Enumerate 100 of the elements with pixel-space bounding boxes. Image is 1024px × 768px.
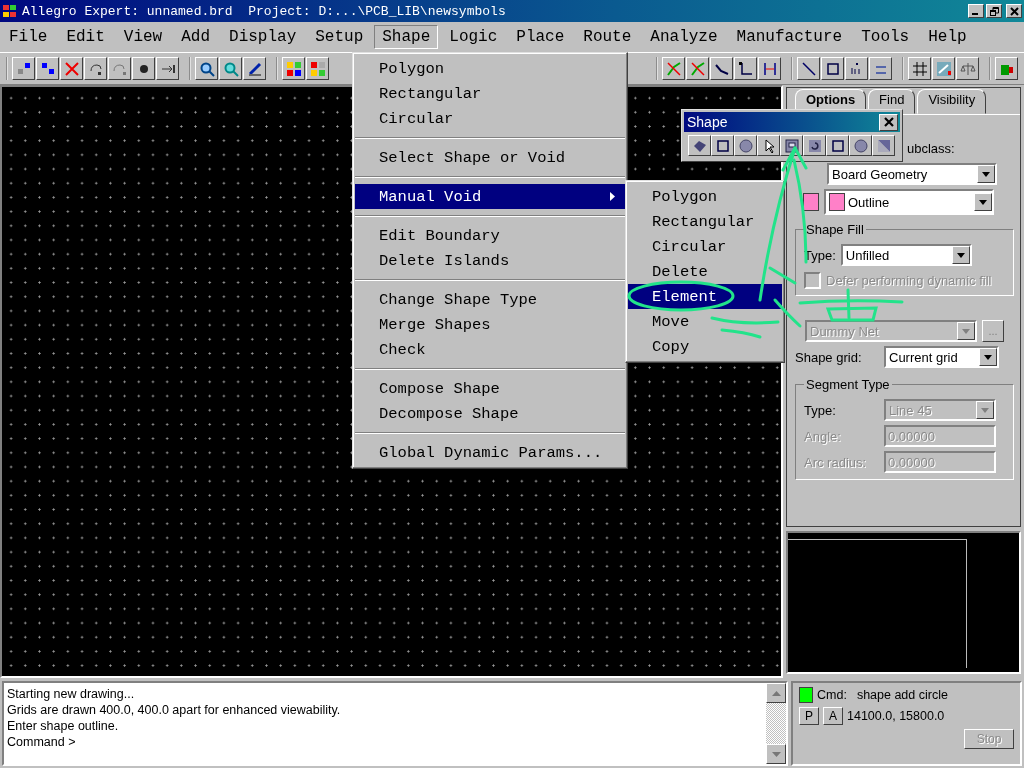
log-line: Grids are drawn 400.0, 400.0 apart for enhanced viewability. bbox=[7, 702, 342, 718]
toolbar-button[interactable] bbox=[219, 57, 242, 80]
menu-item[interactable]: Delete Islands bbox=[355, 248, 625, 273]
command-name: shape add circle bbox=[856, 688, 948, 702]
menu-item[interactable]: Merge Shapes bbox=[355, 312, 625, 337]
palette-button[interactable] bbox=[757, 135, 780, 156]
menu-item[interactable]: Decompose Shape bbox=[355, 401, 625, 426]
toolbar-button[interactable] bbox=[243, 57, 266, 80]
toolbar-button[interactable] bbox=[686, 57, 709, 80]
mode-button[interactable]: P bbox=[799, 707, 819, 725]
window-title: Allegro Expert: unnamed.brd Project: D:...\PCB_LIB\newsymbols bbox=[22, 3, 506, 19]
mode-button[interactable]: A bbox=[823, 707, 843, 725]
menu-item[interactable]: Polygon bbox=[355, 56, 625, 81]
menu-item[interactable]: Copy bbox=[628, 334, 782, 359]
menu-item[interactable]: Place bbox=[508, 25, 573, 49]
toolbar-button[interactable] bbox=[282, 57, 305, 80]
grid-icon bbox=[911, 60, 928, 77]
menu-item[interactable]: Display bbox=[221, 25, 305, 49]
toolbar-button[interactable] bbox=[845, 57, 868, 80]
menu-item[interactable]: Edit bbox=[58, 25, 113, 49]
menu-item[interactable]: File bbox=[1, 25, 56, 49]
field-label: Type: bbox=[804, 402, 837, 418]
menu-item[interactable]: Change Shape Type bbox=[355, 287, 625, 312]
menu-item[interactable]: Add bbox=[173, 25, 219, 49]
minimize-button[interactable] bbox=[968, 4, 984, 18]
line-icon bbox=[800, 60, 817, 77]
palette-button[interactable] bbox=[711, 135, 734, 156]
menu-item[interactable]: Edit Boundary bbox=[355, 223, 625, 248]
rectangle-icon bbox=[824, 60, 841, 77]
app-logo-icon bbox=[2, 3, 18, 19]
menu-item[interactable]: Rectangular bbox=[628, 209, 782, 234]
toolbar-button[interactable] bbox=[797, 57, 820, 80]
menu-item[interactable]: Manual Void bbox=[355, 184, 625, 209]
toolbar-button[interactable] bbox=[956, 57, 979, 80]
toolbar-button[interactable] bbox=[36, 57, 59, 80]
toolbar-button[interactable] bbox=[662, 57, 685, 80]
palette-button[interactable] bbox=[872, 135, 895, 156]
subclass-dropdown[interactable]: Outline bbox=[824, 189, 994, 215]
palette-button[interactable] bbox=[803, 135, 826, 156]
toolbar-button[interactable] bbox=[306, 57, 329, 80]
toolbar-button[interactable] bbox=[908, 57, 931, 80]
status-indicator bbox=[799, 687, 813, 703]
panel-tab[interactable]: Visibility bbox=[917, 89, 987, 114]
zoom-fit-icon bbox=[222, 60, 239, 77]
menu-item[interactable]: Rectangular bbox=[355, 81, 625, 106]
log-line: Command > bbox=[7, 734, 77, 750]
coordinates: 14100.0, 15800.0 bbox=[847, 709, 945, 723]
world-view-map[interactable] bbox=[786, 531, 1021, 674]
palette-button[interactable] bbox=[849, 135, 872, 156]
toolbar-button[interactable] bbox=[132, 57, 155, 80]
palette-button[interactable] bbox=[688, 135, 711, 156]
shape-grid-dropdown[interactable]: Current grid bbox=[884, 346, 999, 368]
menu-item[interactable]: Route bbox=[575, 25, 640, 49]
menu-item[interactable]: Manufacture bbox=[728, 25, 851, 49]
toolbar-button[interactable] bbox=[758, 57, 781, 80]
restore-button[interactable] bbox=[986, 4, 1002, 18]
field-label: Angle: bbox=[804, 428, 842, 444]
menu-item[interactable]: Polygon bbox=[628, 184, 782, 209]
palette-button[interactable] bbox=[826, 135, 849, 156]
fill-type-dropdown[interactable]: Unfilled bbox=[840, 244, 972, 266]
menu-item[interactable]: View bbox=[115, 25, 171, 49]
rectangle-icon bbox=[829, 137, 846, 154]
command-label: Cmd: bbox=[817, 688, 847, 702]
toolbar-button[interactable] bbox=[12, 57, 35, 80]
menu-item[interactable]: Setup bbox=[307, 25, 372, 49]
close-button[interactable] bbox=[1006, 4, 1022, 18]
menu-item[interactable]: Analyze bbox=[642, 25, 726, 49]
palette-button[interactable] bbox=[734, 135, 757, 156]
menu-item[interactable]: Compose Shape bbox=[355, 376, 625, 401]
toolbar-button[interactable] bbox=[156, 57, 179, 80]
circle-icon bbox=[852, 137, 869, 154]
class-label: ubclass: bbox=[907, 141, 955, 156]
menu-item[interactable]: Circular bbox=[355, 106, 625, 131]
toolbar-button[interactable] bbox=[995, 57, 1018, 80]
menu-item[interactable]: Global Dynamic Params... bbox=[355, 440, 625, 465]
group-title: Segment Type bbox=[804, 377, 892, 392]
close-button[interactable] bbox=[879, 113, 898, 131]
menu-item[interactable]: Check bbox=[355, 337, 625, 362]
zoom-icon bbox=[198, 60, 215, 77]
menu-item[interactable]: Move bbox=[628, 309, 782, 334]
menu-item[interactable]: Shape bbox=[374, 25, 439, 49]
toolbar-button[interactable] bbox=[60, 57, 83, 80]
toolbar-button[interactable] bbox=[869, 57, 892, 80]
menu-item[interactable]: Select Shape or Void bbox=[355, 145, 625, 170]
menu-item[interactable]: Logic bbox=[441, 25, 506, 49]
toolbar-button[interactable] bbox=[821, 57, 844, 80]
menu-item[interactable]: Circular bbox=[628, 234, 782, 259]
class-dropdown[interactable]: Board Geometry bbox=[827, 163, 997, 185]
toolbar-button[interactable] bbox=[932, 57, 955, 80]
x-mark-icon bbox=[63, 60, 80, 77]
menu-item[interactable]: Tools bbox=[853, 25, 918, 49]
toolbar-button[interactable] bbox=[734, 57, 757, 80]
toolbar-button[interactable] bbox=[84, 57, 107, 80]
toolbar-button[interactable] bbox=[108, 57, 131, 80]
log-line: Enter shape outline. bbox=[7, 718, 120, 734]
toolbar-button[interactable] bbox=[710, 57, 733, 80]
toolbar-button[interactable] bbox=[195, 57, 218, 80]
color-swatch[interactable] bbox=[803, 193, 819, 211]
menu-item[interactable]: Delete bbox=[628, 259, 782, 284]
menu-item[interactable]: Help bbox=[920, 25, 975, 49]
